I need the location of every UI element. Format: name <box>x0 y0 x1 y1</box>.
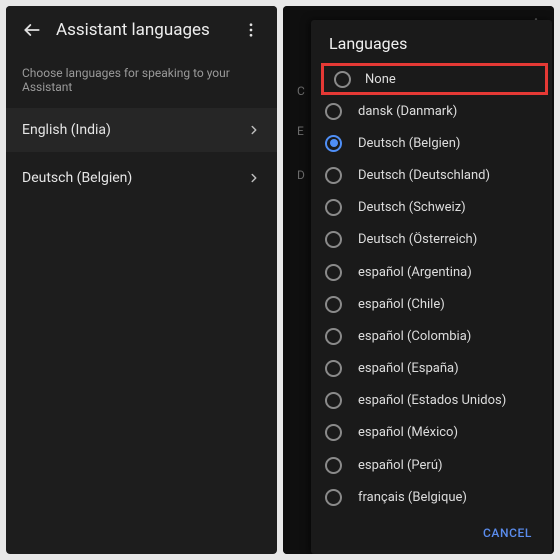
language-option-label: español (Estados Unidos) <box>358 393 506 408</box>
language-option-label: español (Perú) <box>358 458 443 473</box>
phone-left: Assistant languages Choose languages for… <box>6 6 277 554</box>
dialog-title: Languages <box>311 20 552 63</box>
language-row-secondary[interactable]: Deutsch (Belgien) <box>6 154 277 202</box>
language-option[interactable]: español (Estados Unidos) <box>311 385 552 417</box>
radio-icon <box>325 264 342 281</box>
radio-icon <box>325 167 342 184</box>
more-vert-icon <box>242 21 260 39</box>
language-row-label: Deutsch (Belgien) <box>22 170 132 186</box>
language-option-none[interactable]: None <box>321 63 548 95</box>
language-option[interactable]: español (Colombia) <box>311 320 552 352</box>
radio-icon <box>325 489 342 506</box>
radio-icon <box>325 199 342 216</box>
chevron-right-icon <box>247 171 261 185</box>
language-option-label: español (Argentina) <box>358 265 472 280</box>
language-option[interactable]: Deutsch (Schweiz) <box>311 192 552 224</box>
language-option-list[interactable]: None dansk (Danmark) Deutsch (Belgien) D… <box>311 63 552 516</box>
language-option[interactable]: dansk (Danmark) <box>311 95 552 127</box>
radio-icon <box>325 231 342 248</box>
language-option-label: dansk (Danmark) <box>358 104 457 119</box>
language-row-primary[interactable]: English (India) <box>6 108 277 152</box>
arrow-left-icon <box>22 20 42 40</box>
language-option[interactable]: español (Perú) <box>311 449 552 481</box>
language-option[interactable]: Deutsch (Belgien) <box>311 127 552 159</box>
radio-icon <box>334 71 351 88</box>
language-option-label: Deutsch (Österreich) <box>358 232 477 247</box>
radio-icon <box>325 457 342 474</box>
language-option-label: None <box>365 72 396 87</box>
language-option[interactable]: Deutsch (Deutschland) <box>311 159 552 191</box>
radio-selected-icon <box>325 135 342 152</box>
chevron-right-icon <box>247 123 261 137</box>
radio-icon <box>325 392 342 409</box>
language-option[interactable]: français (Belgique) <box>311 481 552 513</box>
language-option-label: Deutsch (Belgien) <box>358 136 460 151</box>
dialog-actions: CANCEL <box>311 516 552 554</box>
cancel-button[interactable]: CANCEL <box>479 520 536 546</box>
language-option-label: español (Colombia) <box>358 329 471 344</box>
language-option-label: français (Belgique) <box>358 490 467 505</box>
peek-text: D <box>297 168 305 182</box>
appbar: Assistant languages <box>6 6 277 54</box>
language-option[interactable]: español (Chile) <box>311 288 552 320</box>
radio-icon <box>325 296 342 313</box>
language-option-label: Deutsch (Schweiz) <box>358 200 466 215</box>
peek-text: C <box>297 84 305 98</box>
language-option-label: español (México) <box>358 425 458 440</box>
subtitle: Choose languages for speaking to your As… <box>6 54 277 108</box>
language-option[interactable]: Deutsch (Österreich) <box>311 224 552 256</box>
language-option[interactable]: español (México) <box>311 417 552 449</box>
radio-icon <box>325 360 342 377</box>
radio-icon <box>325 424 342 441</box>
language-option[interactable]: español (Argentina) <box>311 256 552 288</box>
language-row-label: English (India) <box>22 122 111 138</box>
language-option-label: Deutsch (Deutschland) <box>358 168 490 183</box>
radio-icon <box>325 103 342 120</box>
phone-right: C E D Languages None dansk (Danmark) Deu… <box>283 6 554 554</box>
language-option-label: español (Chile) <box>358 297 445 312</box>
language-dialog: Languages None dansk (Danmark) Deutsch (… <box>311 20 552 554</box>
page-title: Assistant languages <box>50 20 233 40</box>
peek-text: E <box>297 124 304 138</box>
more-button[interactable] <box>233 12 269 48</box>
back-button[interactable] <box>14 12 50 48</box>
radio-icon <box>325 328 342 345</box>
language-option-label: español (España) <box>358 361 459 376</box>
language-option[interactable]: español (España) <box>311 353 552 385</box>
